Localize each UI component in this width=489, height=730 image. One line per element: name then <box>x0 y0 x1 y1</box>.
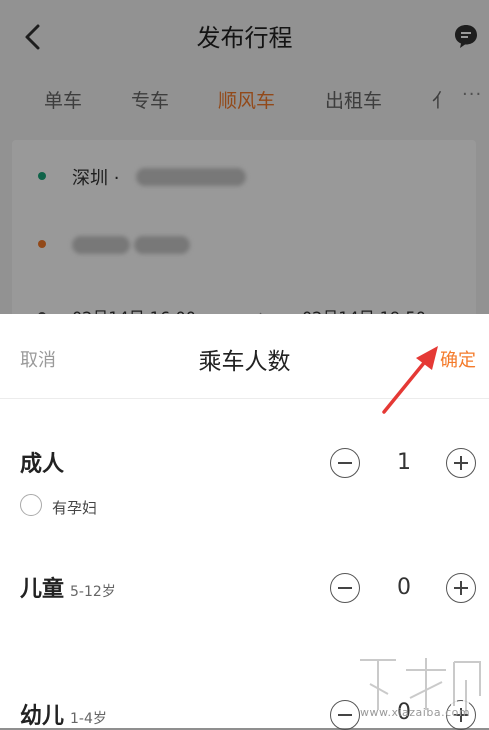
pregnant-checkbox[interactable] <box>20 494 42 516</box>
adult-minus-button[interactable] <box>330 448 360 478</box>
child-minus-button[interactable] <box>330 573 360 603</box>
infant-age-range: 1-4岁 <box>70 711 107 727</box>
adult-plus-button[interactable] <box>446 448 476 478</box>
child-age-range: 5-12岁 <box>70 584 116 600</box>
child-plus-button[interactable] <box>446 573 476 603</box>
infant-label: 幼儿 <box>20 704 65 729</box>
modal-overlay[interactable] <box>0 0 489 314</box>
child-row-label: 儿童 5-12岁 <box>20 571 116 603</box>
child-label: 儿童 <box>20 577 65 602</box>
adult-label: 成人 <box>20 452 65 477</box>
watermark-url: www.xiazaiba.com <box>360 706 471 719</box>
annotation-arrow-icon <box>382 346 438 414</box>
adult-row-label: 成人 <box>20 446 64 478</box>
infant-row-label: 幼儿 1-4岁 <box>20 698 107 730</box>
pregnant-label[interactable]: 有孕妇 <box>52 497 97 518</box>
child-count: 0 <box>397 575 411 600</box>
adult-count: 1 <box>397 450 411 475</box>
